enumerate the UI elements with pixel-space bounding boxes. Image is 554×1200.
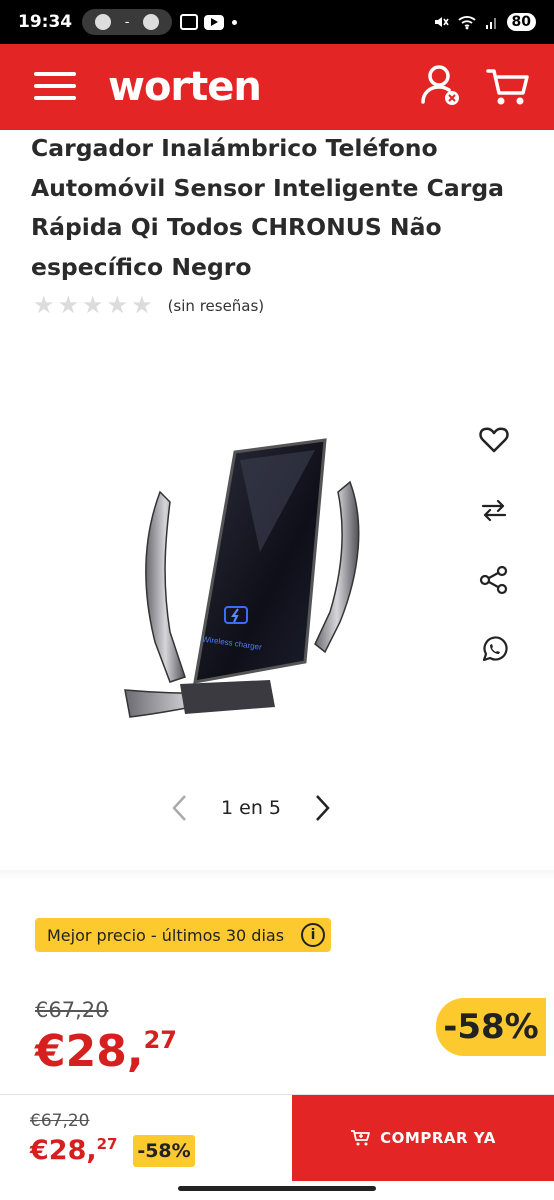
star-icon: ★ [106,292,129,319]
sticky-price-main: €28, [30,1135,97,1166]
youtube-icon [204,14,225,30]
status-bar: 19:34 - 80 [0,0,554,44]
more-notifications-icon [232,19,238,25]
cart-add-icon [351,1130,371,1146]
prev-image-button[interactable] [166,788,192,828]
old-price: €67,20 [35,998,109,1022]
product-actions [474,420,514,700]
menu-icon[interactable] [34,72,76,102]
account-icon[interactable] [420,64,462,108]
cart-icon[interactable] [486,66,530,108]
price-cents: 27 [143,1026,177,1054]
sticky-price-cents: 27 [96,1135,118,1153]
favorite-button[interactable] [474,420,514,460]
share-icon [479,565,508,595]
gallery-pager: 1 en 5 [166,788,336,828]
reviews-count[interactable]: (sin reseñas) [168,297,265,315]
rating[interactable]: ★ ★ ★ ★ ★ (sin reseñas) [33,294,264,318]
compare-icon [481,499,507,522]
gesture-nav-handle[interactable] [178,1186,376,1191]
mute-icon [434,17,449,27]
current-price: €28,27 [35,1026,177,1077]
pager-text: 1 en 5 [221,797,281,819]
app-notification-icon [143,14,160,30]
sticky-current-price: €28,27 [30,1135,118,1166]
star-icon: ★ [57,292,80,319]
star-icon: ★ [131,292,153,319]
signal-icon [485,18,496,29]
star-icon: ★ [82,292,104,319]
best-price-text: Mejor precio - últimos 30 dias [47,925,285,945]
wifi-icon [457,16,476,30]
heart-icon [479,427,509,453]
chevron-right-icon [316,795,330,821]
status-pill: - [82,9,173,35]
site-logo[interactable]: worten [108,64,262,110]
section-divider [0,870,554,880]
discount-badge: -58% [436,998,546,1056]
product-title: Cargador Inalámbrico Teléfono Automóvil … [31,134,505,281]
product-image[interactable]: Wireless charger [110,432,380,732]
buy-now-button[interactable]: COMPRAR YA [292,1095,554,1181]
price-main: €28, [35,1026,144,1077]
chevron-left-icon [172,795,186,821]
compare-button[interactable] [474,490,514,530]
battery-indicator: 80 [506,13,536,31]
sticky-buy-bar: €67,20 €28,27 -58% COMPRAR YA [0,1094,554,1181]
sticky-discount-badge: -58% [133,1135,195,1167]
whatsapp-button[interactable] [474,630,514,670]
status-time: 19:34 [18,12,73,32]
status-right: 80 [433,13,536,31]
info-icon[interactable]: i [301,923,325,947]
whatsapp-icon [482,636,508,662]
buy-now-label: COMPRAR YA [380,1129,496,1147]
best-price-badge: Mejor precio - últimos 30 dias i [35,918,331,952]
notification-icon [180,14,199,30]
sticky-old-price: €67,20 [30,1111,90,1131]
site-header: worten [0,44,554,130]
next-image-button[interactable] [310,788,336,828]
star-icon: ★ [33,292,55,319]
app-notification-icon [95,14,111,30]
share-button[interactable] [474,560,514,600]
status-pill-text: - [124,14,130,30]
